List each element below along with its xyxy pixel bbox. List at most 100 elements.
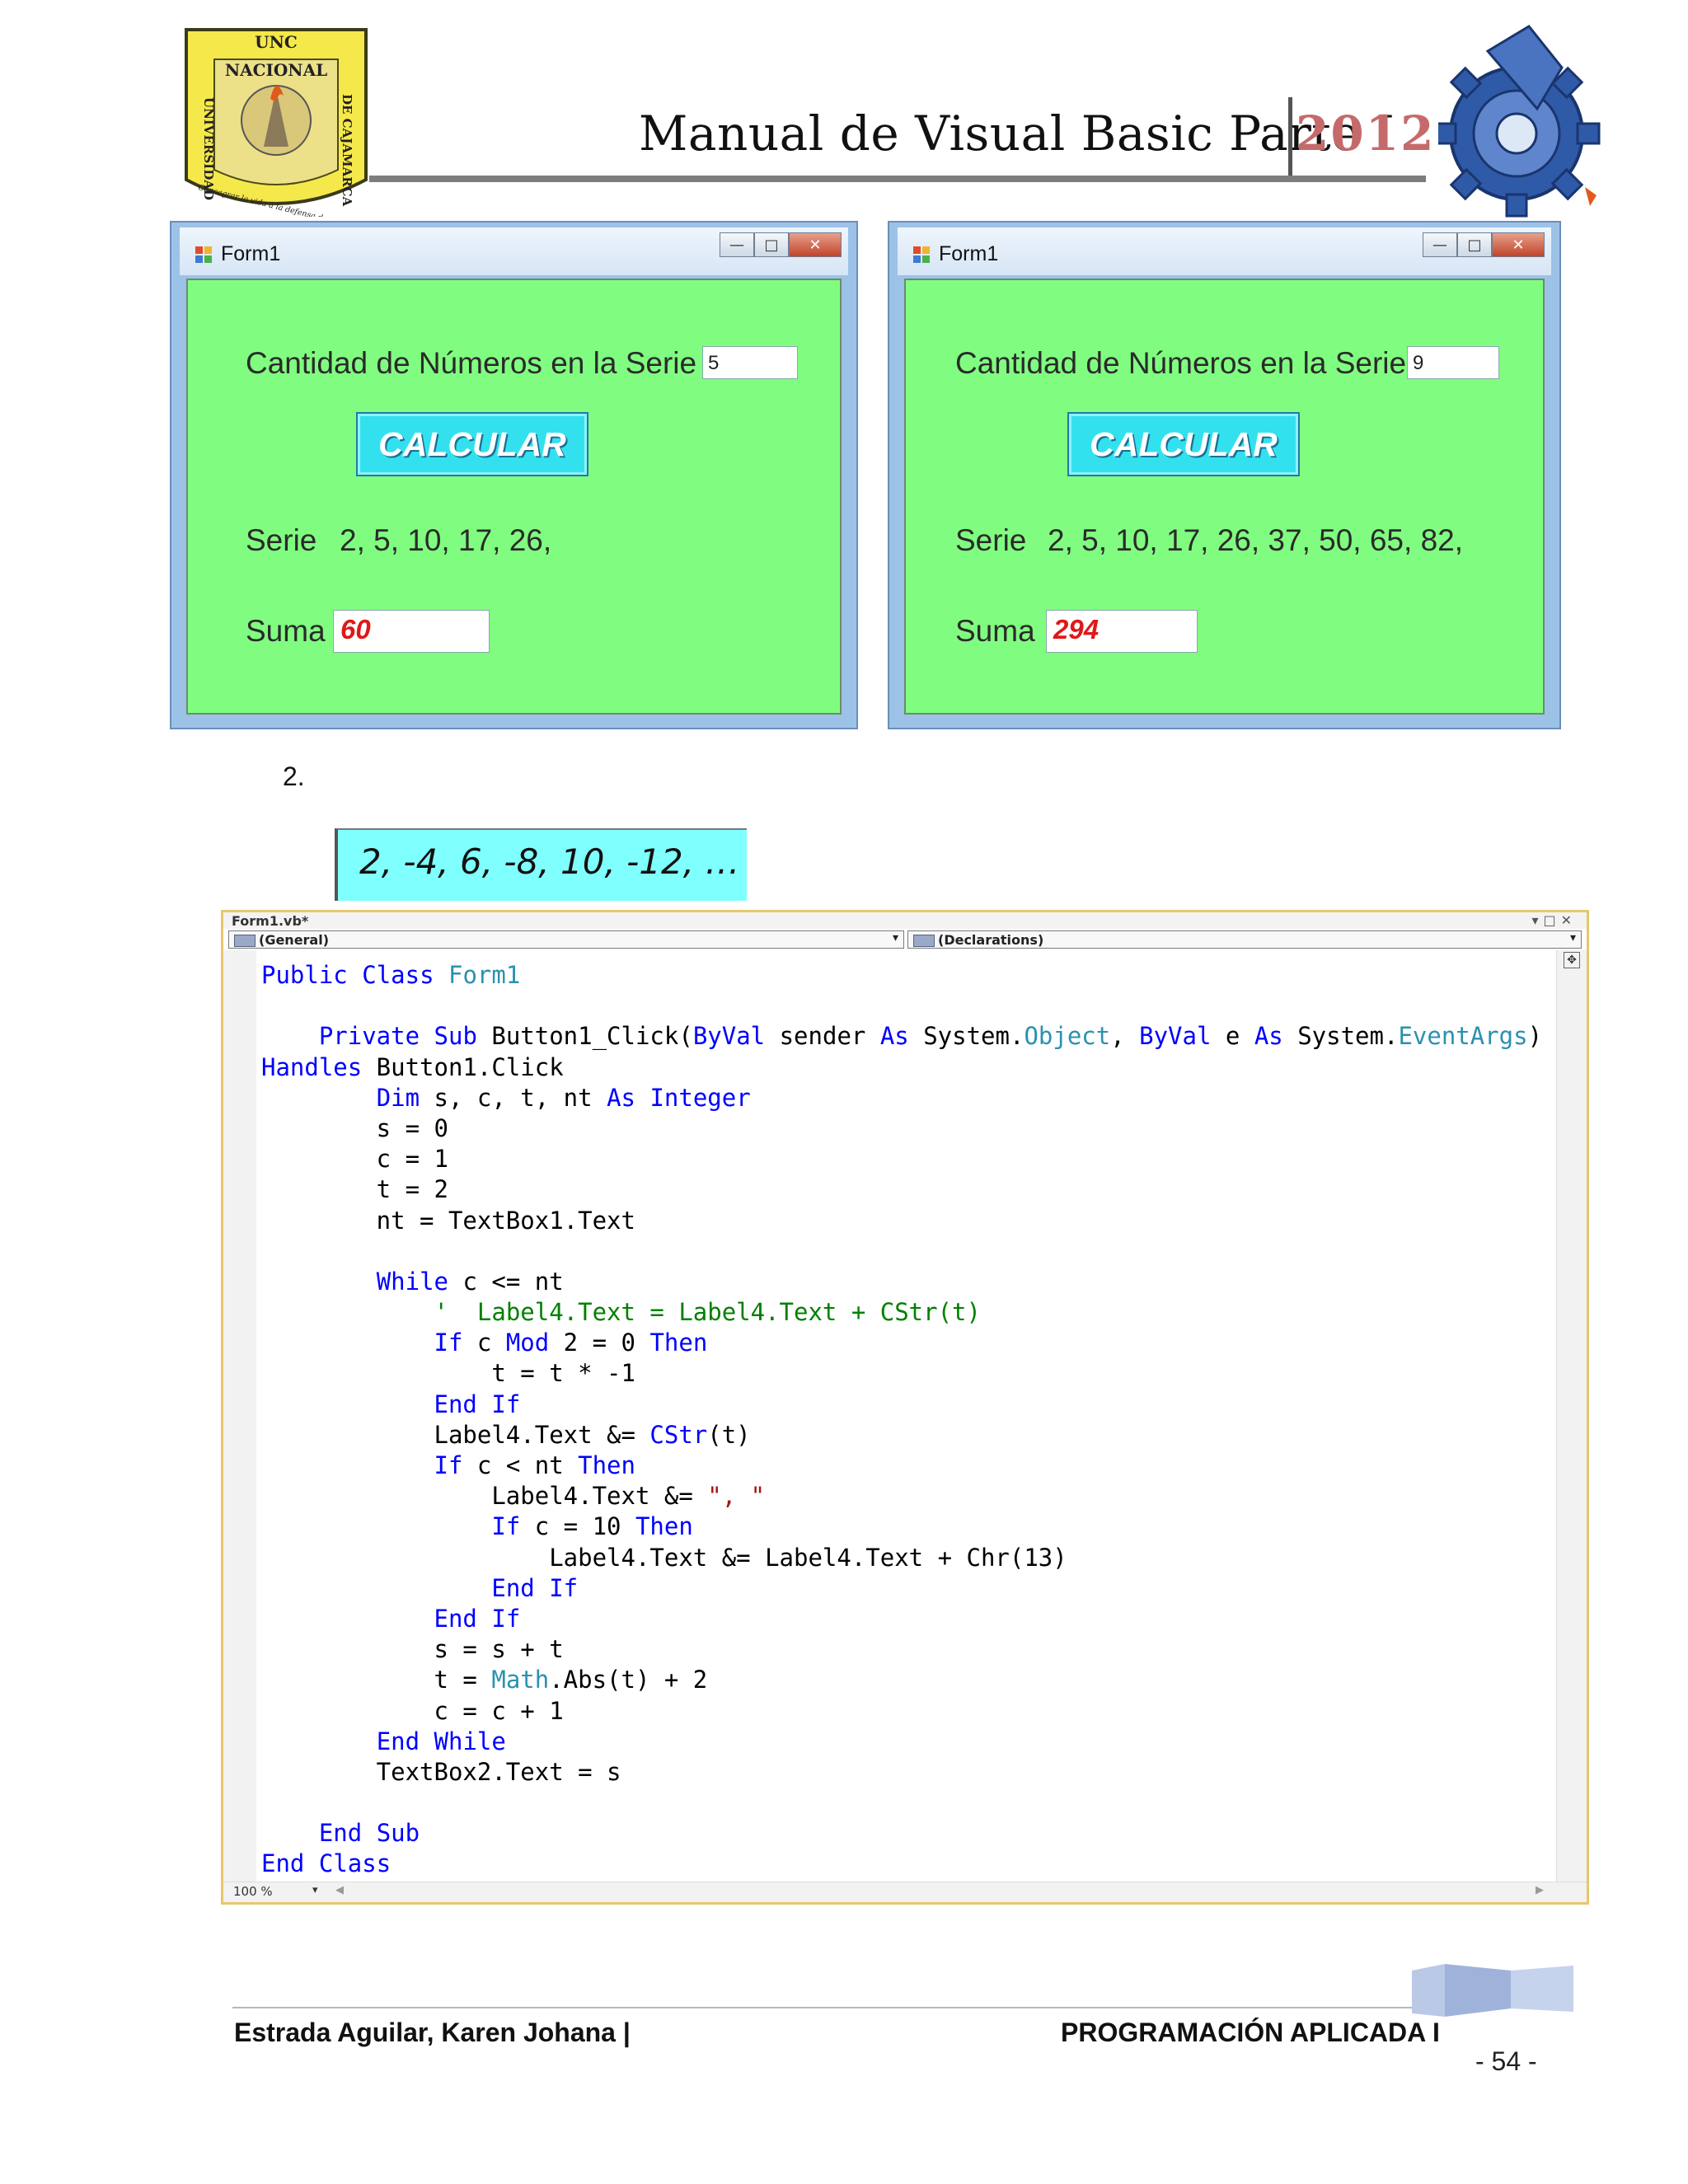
window-title: Form1 — [939, 242, 999, 265]
series-box: 2, -4, 6, -8, 10, -12, … — [335, 828, 747, 901]
code-line[interactable]: s = s + t — [261, 1634, 1554, 1665]
code-line[interactable]: End Sub — [261, 1818, 1554, 1849]
form-window-right: Form1 — □ ✕ Cantidad de Números en la Se… — [888, 221, 1561, 729]
code-line[interactable]: nt = TextBox1.Text — [261, 1206, 1554, 1236]
footer-rule — [232, 2007, 1425, 2008]
code-line[interactable]: c = 1 — [261, 1144, 1554, 1174]
university-logo: UNC NACIONAL UNIVERSIDAD DE CAJAMARCA Co… — [185, 28, 368, 217]
logo-side-right-text: DE CAJAMARCA — [340, 94, 354, 207]
editor-tab-bar: Form1.vb* ▾□✕ — [223, 912, 1587, 929]
close-button[interactable]: ✕ — [1492, 232, 1545, 257]
dropdown-arrow-icon: ▾ — [892, 931, 898, 944]
serie-value: 2, 5, 10, 17, 26, 37, 50, 65, 82, — [1048, 523, 1463, 557]
form-app-icon — [913, 246, 930, 263]
code-line[interactable]: Private Sub Button1_Click(ByVal sender A… — [261, 1021, 1554, 1052]
general-combo[interactable]: (General) ▾ — [228, 930, 904, 949]
editor-combos: (General) ▾ (Declarations) ▾ — [228, 930, 1582, 949]
serie-label: Serie — [246, 523, 317, 557]
code-line[interactable]: Public Class Form1 — [261, 960, 1554, 991]
maximize-button[interactable]: □ — [1457, 232, 1492, 257]
footer-ribbon-decoration — [1412, 1964, 1573, 2017]
close-button[interactable]: ✕ — [789, 232, 842, 257]
logo-name-text: NACIONAL — [225, 60, 327, 80]
zoom-level[interactable]: 100 % — [233, 1884, 273, 1899]
general-combo-label: (General) — [259, 932, 330, 948]
minimize-icon: — — [729, 236, 744, 254]
footer-author: Estrada Aguilar, Karen Johana | — [234, 2018, 631, 2047]
editor-status-bar: 100 % ▾ ◀ ▶ — [223, 1882, 1587, 1902]
code-line[interactable]: Label4.Text &= ", " — [261, 1481, 1554, 1511]
code-line[interactable]: If c = 10 Then — [261, 1511, 1554, 1542]
code-line[interactable]: ' Label4.Text = Label4.Text + CStr(t) — [261, 1297, 1554, 1328]
code-line[interactable]: Handles Button1.Click — [261, 1052, 1554, 1083]
form-client-area: Cantidad de Números en la Serie 5 CALCUL… — [186, 279, 842, 715]
code-line[interactable]: c = c + 1 — [261, 1696, 1554, 1727]
page-header-year: 2012 — [1296, 105, 1436, 162]
page-header-title: Manual de Visual Basic Parte I — [639, 105, 1395, 162]
form-app-icon — [195, 246, 212, 263]
code-line[interactable] — [261, 1236, 1554, 1267]
code-line[interactable]: Dim s, c, t, nt As Integer — [261, 1083, 1554, 1113]
minimize-button[interactable]: — — [720, 232, 754, 257]
close-icon: ✕ — [1512, 236, 1525, 254]
window-controls: — □ ✕ — [1423, 232, 1545, 257]
suma-label: Suma — [246, 614, 326, 648]
window-title: Form1 — [221, 242, 281, 265]
vertical-scrollbar[interactable]: ✥ — [1556, 950, 1587, 1882]
code-line[interactable]: End While — [261, 1727, 1554, 1757]
zoom-dropdown-icon[interactable]: ▾ — [312, 1884, 318, 1896]
code-line[interactable]: Label4.Text &= Label4.Text + Chr(13) — [261, 1543, 1554, 1573]
serie-value: 2, 5, 10, 17, 26, — [340, 523, 552, 557]
quantity-label: Cantidad de Números en la Serie — [955, 346, 1407, 380]
quantity-input[interactable]: 9 — [1407, 346, 1499, 379]
code-line[interactable]: If c < nt Then — [261, 1451, 1554, 1481]
maximize-button[interactable]: □ — [754, 232, 789, 257]
code-line[interactable]: End Class — [261, 1849, 1554, 1879]
scroll-right-icon[interactable]: ▶ — [1536, 1884, 1544, 1896]
window-titlebar: Form1 — □ ✕ — [180, 227, 848, 275]
dropdown-arrow-icon: ▾ — [1569, 931, 1576, 944]
maximize-icon: □ — [1467, 236, 1482, 254]
serie-label: Serie — [955, 523, 1027, 557]
footer-course: PROGRAMACIÓN APLICADA I — [1061, 2018, 1440, 2047]
editor-gutter — [223, 950, 256, 1882]
scroll-left-icon[interactable]: ◀ — [335, 1884, 344, 1896]
suma-output[interactable]: 60 — [333, 610, 490, 653]
split-icon[interactable]: ✥ — [1564, 952, 1580, 968]
faculty-gear-logo — [1438, 25, 1601, 218]
minimize-button[interactable]: — — [1423, 232, 1457, 257]
form-client-area: Cantidad de Números en la Serie 9 CALCUL… — [904, 279, 1545, 715]
declarations-combo[interactable]: (Declarations) ▾ — [907, 930, 1582, 949]
code-line[interactable]: t = Math.Abs(t) + 2 — [261, 1665, 1554, 1695]
code-line[interactable]: s = 0 — [261, 1113, 1554, 1144]
editor-tab[interactable]: Form1.vb* — [232, 913, 308, 929]
calculate-button[interactable]: CALCULAR — [356, 412, 588, 476]
code-line[interactable]: End If — [261, 1604, 1554, 1634]
quantity-input[interactable]: 5 — [702, 346, 798, 379]
code-line[interactable] — [261, 991, 1554, 1021]
calculate-button[interactable]: CALCULAR — [1067, 412, 1300, 476]
class-icon — [234, 935, 256, 947]
suma-output[interactable]: 294 — [1046, 610, 1198, 653]
code-line[interactable]: TextBox2.Text = s — [261, 1757, 1554, 1788]
close-icon: ✕ — [809, 236, 822, 254]
code-line[interactable]: t = t * -1 — [261, 1358, 1554, 1389]
editor-tab-controls[interactable]: ▾□✕ — [1531, 912, 1577, 928]
code-line[interactable]: t = 2 — [261, 1174, 1554, 1205]
code-line[interactable]: Label4.Text &= CStr(t) — [261, 1420, 1554, 1451]
exercise-number: 2. — [283, 762, 305, 791]
declarations-combo-label: (Declarations) — [938, 932, 1044, 948]
code-line[interactable]: If c Mod 2 = 0 Then — [261, 1328, 1554, 1358]
code-line[interactable]: End If — [261, 1573, 1554, 1604]
code-editor: Form1.vb* ▾□✕ (General) ▾ (Declarations)… — [221, 910, 1589, 1905]
suma-label: Suma — [955, 614, 1035, 648]
header-separator — [1288, 97, 1292, 176]
method-icon — [913, 935, 935, 947]
code-line[interactable] — [261, 1788, 1554, 1818]
code-line[interactable]: While c <= nt — [261, 1267, 1554, 1297]
logo-top-text: UNC — [255, 32, 298, 52]
form-window-left: Form1 — □ ✕ Cantidad de Números en la Se… — [170, 221, 858, 729]
code-text[interactable]: Public Class Form1 Private Sub Button1_C… — [261, 960, 1554, 1880]
code-line[interactable]: End If — [261, 1390, 1554, 1420]
page-number: - 54 - — [1475, 2046, 1537, 2076]
